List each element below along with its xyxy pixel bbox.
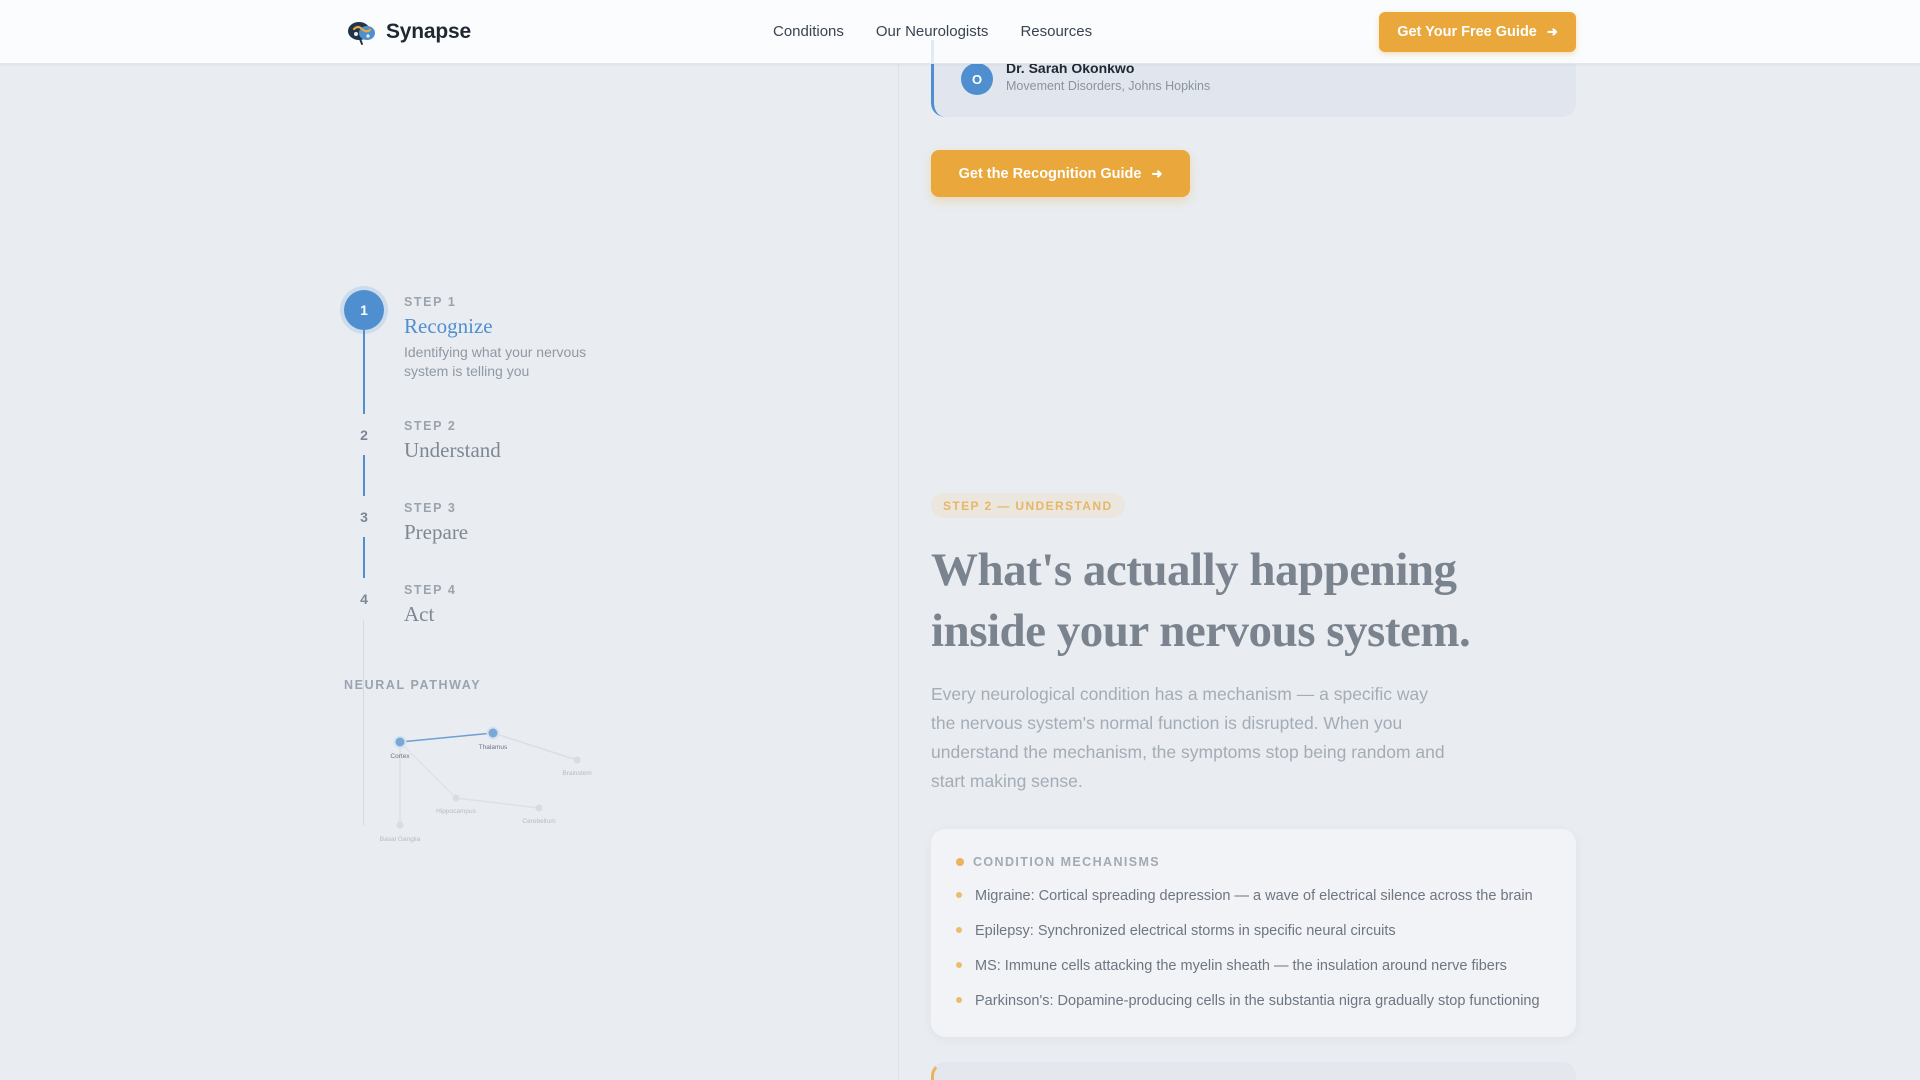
step-connector [363, 537, 365, 578]
node-label-cortex: Cortex [390, 753, 410, 760]
node-label-brainstem: Brainstem [562, 770, 591, 777]
mechanisms-list: Migraine: Cortical spreading depression … [956, 887, 1556, 1027]
dot-icon [956, 858, 964, 866]
next-card-edge [931, 1062, 1576, 1080]
mechanism-text: Parkinson's: Dopamine-producing cells in… [975, 993, 1540, 1009]
node-cortex [393, 735, 407, 749]
step-title: Understand [404, 438, 501, 462]
section-intro: Every neurological condition has a mecha… [931, 684, 1445, 791]
recognition-guide-label: Get the Recognition Guide [958, 165, 1142, 182]
step-description: Identifying what your nervous system is … [404, 344, 587, 379]
expert-role: Movement Disorders, Johns Hopkins [1006, 79, 1211, 93]
node-label-thalamus: Thalamus [479, 744, 508, 751]
section-tag: STEP 2 — UNDERSTAND [931, 493, 1125, 518]
mechanism-text: Epilepsy: Synchronized electrical storms… [975, 923, 1396, 939]
step-number-badge: 2 [360, 427, 368, 443]
bullet-icon [956, 892, 962, 898]
neural-pathway-diagram: Cortex Thalamus Brainstem Hippocampus Ce… [380, 726, 592, 843]
step-label: STEP 2 [404, 419, 457, 433]
node-basal-ganglia [396, 821, 404, 829]
main-nav: Conditions Our Neurologists Resources [773, 23, 1124, 40]
step-label: STEP 3 [404, 501, 457, 515]
list-item: Epilepsy: Synchronized electrical storms… [956, 922, 1556, 957]
step-number-badge: 4 [360, 591, 368, 607]
bullet-icon [956, 927, 962, 933]
mechanism-text: MS: Immune cells attacking the myelin sh… [975, 958, 1507, 974]
node-brainstem [573, 756, 581, 764]
step-title: Prepare [404, 520, 469, 544]
list-item: Migraine: Cortical spreading depression … [956, 887, 1556, 922]
node-label-basal-ganglia: Basal Ganglia [380, 836, 421, 843]
node-thalamus [486, 726, 500, 740]
step-label: STEP 1 [404, 295, 457, 309]
arrow-right-icon: ➜ [1151, 165, 1163, 181]
step-title: Recognize [404, 314, 493, 338]
node-cerebellum [535, 804, 543, 812]
nav-link-conditions[interactable]: Conditions [773, 23, 844, 40]
list-item: MS: Immune cells attacking the myelin sh… [956, 957, 1556, 992]
step-label: STEP 4 [404, 583, 457, 597]
mechanisms-title: CONDITION MECHANISMS [973, 855, 1161, 869]
bullet-icon [956, 997, 962, 1003]
arrow-right-icon: ➜ [1546, 24, 1558, 39]
node-label-hippocampus: Hippocampus [436, 808, 476, 815]
node-hippocampus [452, 794, 460, 802]
step-title: Act [404, 602, 435, 626]
brand-name: Synapse [386, 20, 471, 43]
get-recognition-guide-button[interactable]: Get the Recognition Guide ➜ [931, 150, 1190, 197]
step-connector [363, 330, 365, 414]
step-number-badge: 3 [360, 509, 368, 525]
step-connector [363, 455, 365, 496]
brand-logo[interactable]: Synapse [346, 17, 471, 47]
mechanisms-header: CONDITION MECHANISMS [956, 855, 1160, 869]
list-item: Parkinson's: Dopamine-producing cells in… [956, 992, 1556, 1027]
condition-mechanisms-card: CONDITION MECHANISMS Migraine: Cortical … [931, 829, 1576, 1037]
nav-link-our-neurologists[interactable]: Our Neurologists [876, 23, 989, 40]
brain-logo-icon [348, 22, 375, 45]
site-header: Synapse Conditions Our Neurologists Reso… [0, 0, 1920, 64]
avatar: O [961, 63, 993, 95]
neural-pathway-label: NEURAL PATHWAY [344, 678, 482, 692]
column-divider [898, 64, 899, 1080]
get-free-guide-label: Get Your Free Guide [1397, 24, 1537, 40]
mechanism-text: Migraine: Cortical spreading depression … [975, 888, 1533, 904]
step-number-badge: 1 [344, 290, 384, 330]
nav-link-resources[interactable]: Resources [1020, 23, 1092, 40]
node-label-cerebellum: Cerebellum [522, 818, 555, 825]
get-free-guide-button[interactable]: Get Your Free Guide ➜ [1379, 12, 1576, 52]
section-heading: What's actually happening inside your ne… [931, 544, 1471, 657]
bullet-icon [956, 962, 962, 968]
